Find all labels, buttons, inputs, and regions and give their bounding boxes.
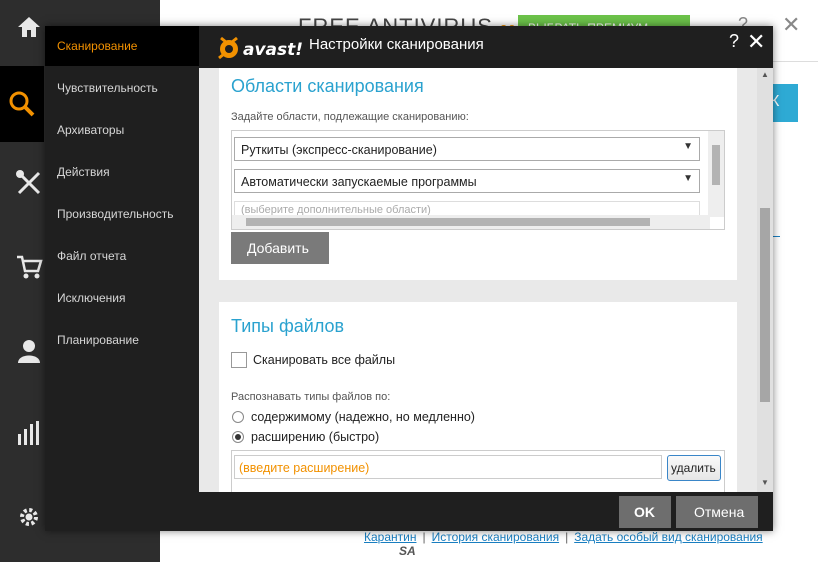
chevron-down-icon: ▼	[683, 173, 693, 184]
scan-area-select-rootkits[interactable]: Руткиты (экспресс-сканирование) ▼	[234, 137, 700, 161]
user-icon[interactable]	[12, 334, 46, 368]
chevron-down-icon: ▼	[683, 141, 693, 152]
list-vertical-scrollbar[interactable]	[708, 131, 724, 217]
ok-button[interactable]: OK	[619, 496, 671, 528]
avast-logo: avast!	[218, 36, 303, 60]
scan-areas-title: Области сканирования	[231, 76, 424, 96]
scrollbar-thumb[interactable]	[760, 208, 770, 402]
stats-icon[interactable]	[12, 416, 46, 450]
radio-by-extension-label[interactable]: расширению (быстро)	[251, 430, 379, 444]
link-separator: |	[565, 530, 569, 544]
extension-input[interactable]: (введите расширение)	[234, 455, 662, 479]
scan-all-files-label[interactable]: Сканировать все файлы	[253, 353, 395, 367]
quarantine-link[interactable]: Карантин	[364, 530, 416, 544]
sidebar-item-sensitivity[interactable]: Чувствительность	[45, 68, 199, 108]
scan-area-select-autostart[interactable]: Автоматически запускаемые программы ▼	[234, 169, 700, 193]
dialog-header: avast! Настройки сканирования ? ✕	[199, 26, 773, 68]
file-types-panel: Типы файлов Сканировать все файлы Распоз…	[219, 302, 737, 492]
cancel-button[interactable]: Отмена	[676, 496, 758, 528]
custom-scan-link[interactable]: Задать особый вид сканирования	[574, 530, 762, 544]
sidebar-item-exclusions[interactable]: Исключения	[45, 278, 199, 318]
sidebar-item-actions[interactable]: Действия	[45, 152, 199, 192]
gear-icon[interactable]	[12, 500, 46, 534]
radio-by-content-label[interactable]: содержимому (надежно, но медленно)	[251, 410, 475, 424]
scan-areas-hint: Задайте области, подлежащие сканированию…	[231, 111, 469, 123]
close-icon[interactable]: ✕	[747, 29, 765, 55]
scan-history-link[interactable]: История сканирования	[432, 530, 559, 544]
svg-text:avast!: avast!	[243, 40, 303, 60]
add-button[interactable]: Добавить	[231, 232, 329, 264]
dialog-title: Настройки сканирования	[309, 36, 484, 53]
scan-areas-panel: Области сканирования Задайте области, по…	[219, 68, 737, 280]
app-footer-links: Карантин | История сканирования | Задать осо…	[364, 530, 763, 544]
home-icon[interactable]	[12, 10, 46, 44]
help-icon[interactable]: ?	[729, 31, 739, 52]
radio-by-extension[interactable]	[232, 431, 244, 443]
dialog-footer: OK Отмена	[199, 492, 773, 531]
app-close-icon[interactable]: ✕	[782, 12, 800, 38]
extension-list: (введите расширение) удалить	[231, 450, 725, 492]
cart-icon[interactable]	[12, 250, 46, 284]
delete-button[interactable]: удалить	[667, 455, 721, 481]
sidebar-item-archivers[interactable]: Архиваторы	[45, 110, 199, 150]
radio-by-content[interactable]	[232, 411, 244, 423]
scroll-up-icon[interactable]: ▲	[761, 70, 769, 79]
sidebar-item-performance[interactable]: Производительность	[45, 194, 199, 234]
dialog-sidebar: Сканирование Чувствительность Архиваторы…	[45, 26, 199, 531]
sidebar-item-scheduling[interactable]: Планирование	[45, 320, 199, 360]
sidebar-item-scanning[interactable]: Сканирование	[45, 26, 199, 66]
scroll-down-icon[interactable]: ▼	[761, 478, 769, 487]
scan-areas-list: Руткиты (экспресс-сканирование) ▼ Автомат…	[231, 130, 725, 230]
file-types-title: Типы файлов	[231, 316, 345, 336]
signature: SA	[399, 544, 416, 558]
tools-icon[interactable]	[12, 166, 46, 200]
recognize-by-label: Распознавать типы файлов по:	[231, 391, 391, 403]
content-scrollbar[interactable]: ▲ ▼	[757, 68, 773, 492]
list-horizontal-scrollbar[interactable]	[232, 215, 710, 229]
sidebar-item-report-file[interactable]: Файл отчета	[45, 236, 199, 276]
scan-all-files-checkbox[interactable]	[231, 352, 247, 368]
search-icon[interactable]	[0, 66, 44, 142]
dialog-content: Области сканирования Задайте области, по…	[199, 68, 773, 492]
scan-settings-dialog: Сканирование Чувствительность Архиваторы…	[45, 26, 773, 531]
link-separator: |	[422, 530, 426, 544]
